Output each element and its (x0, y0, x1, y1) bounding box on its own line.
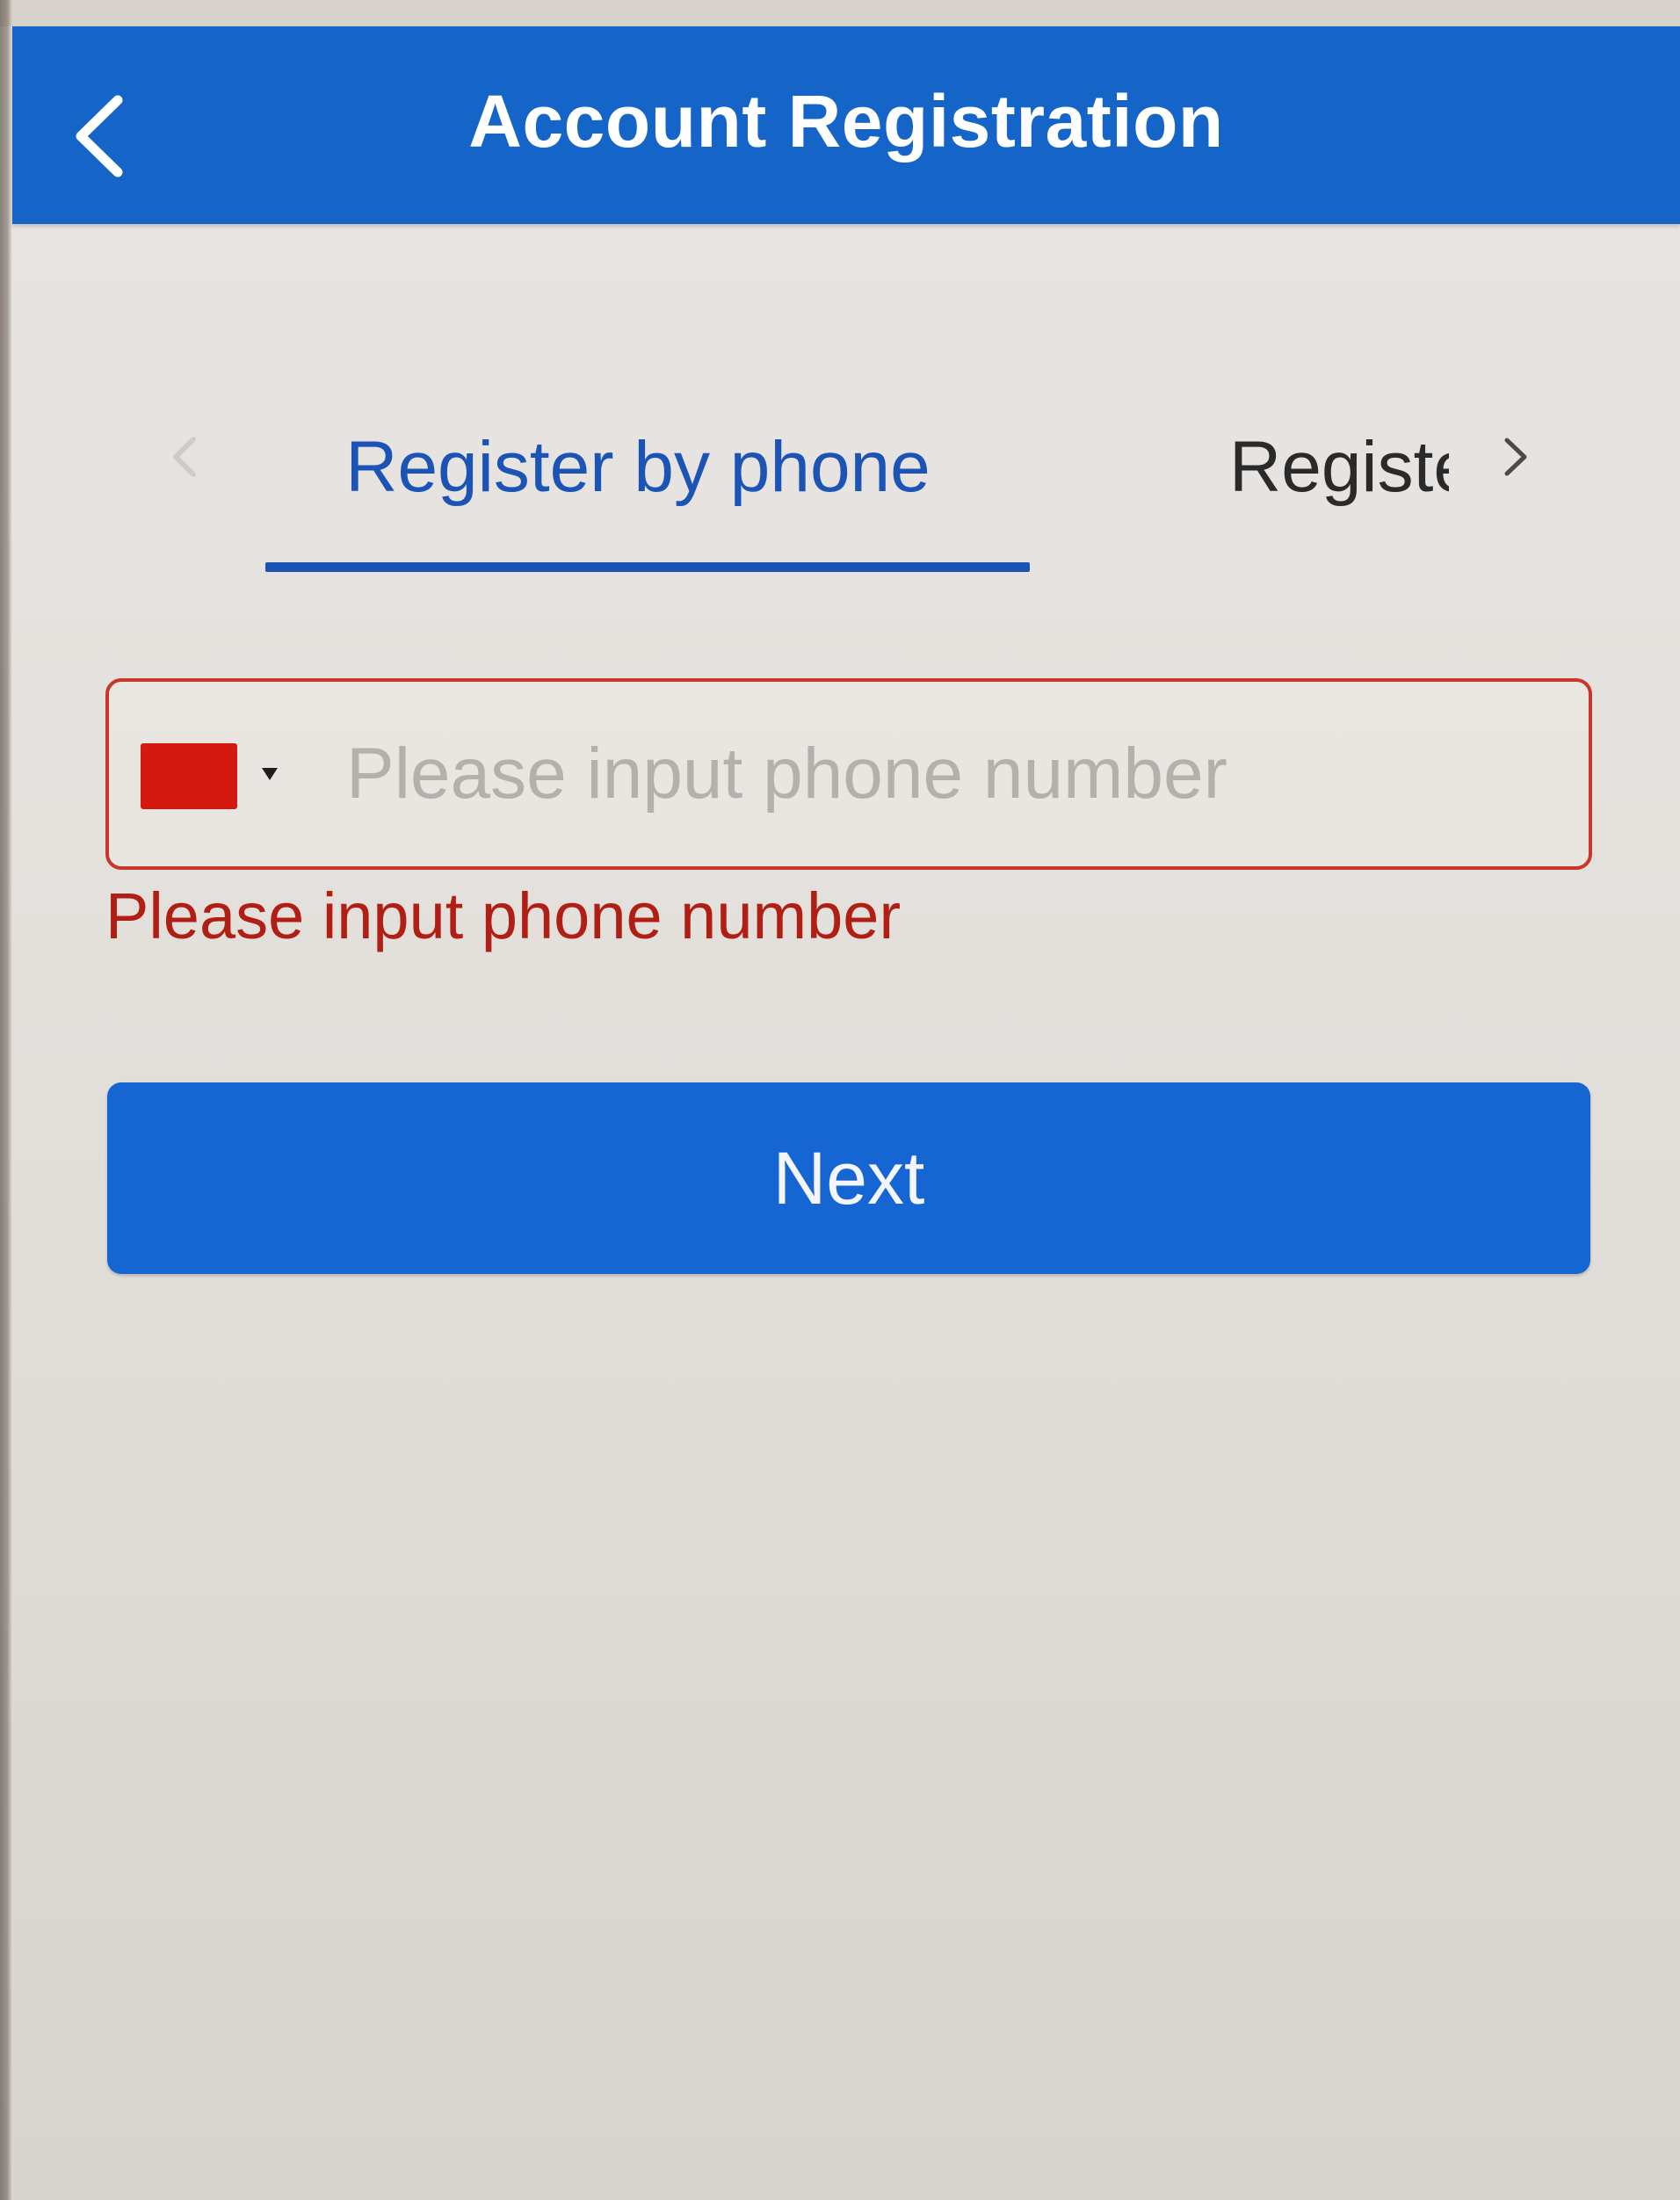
chevron-left-icon (173, 437, 196, 477)
tab-register-by-phone[interactable]: Register by phone (251, 351, 1030, 572)
phone-number-input[interactable] (346, 717, 1559, 831)
phone-number-field (105, 678, 1592, 870)
tab-register-alternate[interactable]: Registe (1229, 351, 1449, 571)
registration-screen: Account Registration Register by phone R… (0, 0, 1680, 2200)
tab-scroll-left-button[interactable] (163, 431, 207, 483)
phone-error-message: Please input phone number (105, 879, 902, 952)
tab-label: Registe (1229, 427, 1449, 507)
app-header: Account Registration (12, 26, 1680, 224)
caret-down-icon (262, 768, 278, 780)
device-edge (0, 0, 12, 2200)
next-button-label: Next (772, 1137, 925, 1219)
chevron-right-icon (1504, 438, 1527, 476)
page-title: Account Registration (468, 80, 1224, 163)
status-bar-area (0, 0, 1680, 26)
china-flag-icon (141, 743, 237, 809)
registration-tabs: Register by phone Registe (12, 351, 1680, 580)
country-code-picker[interactable] (141, 735, 290, 819)
active-tab-indicator (265, 562, 1030, 572)
tab-label: Register by phone (345, 427, 931, 507)
next-button[interactable]: Next (107, 1082, 1590, 1274)
tab-scroll-right-button[interactable] (1493, 426, 1537, 488)
